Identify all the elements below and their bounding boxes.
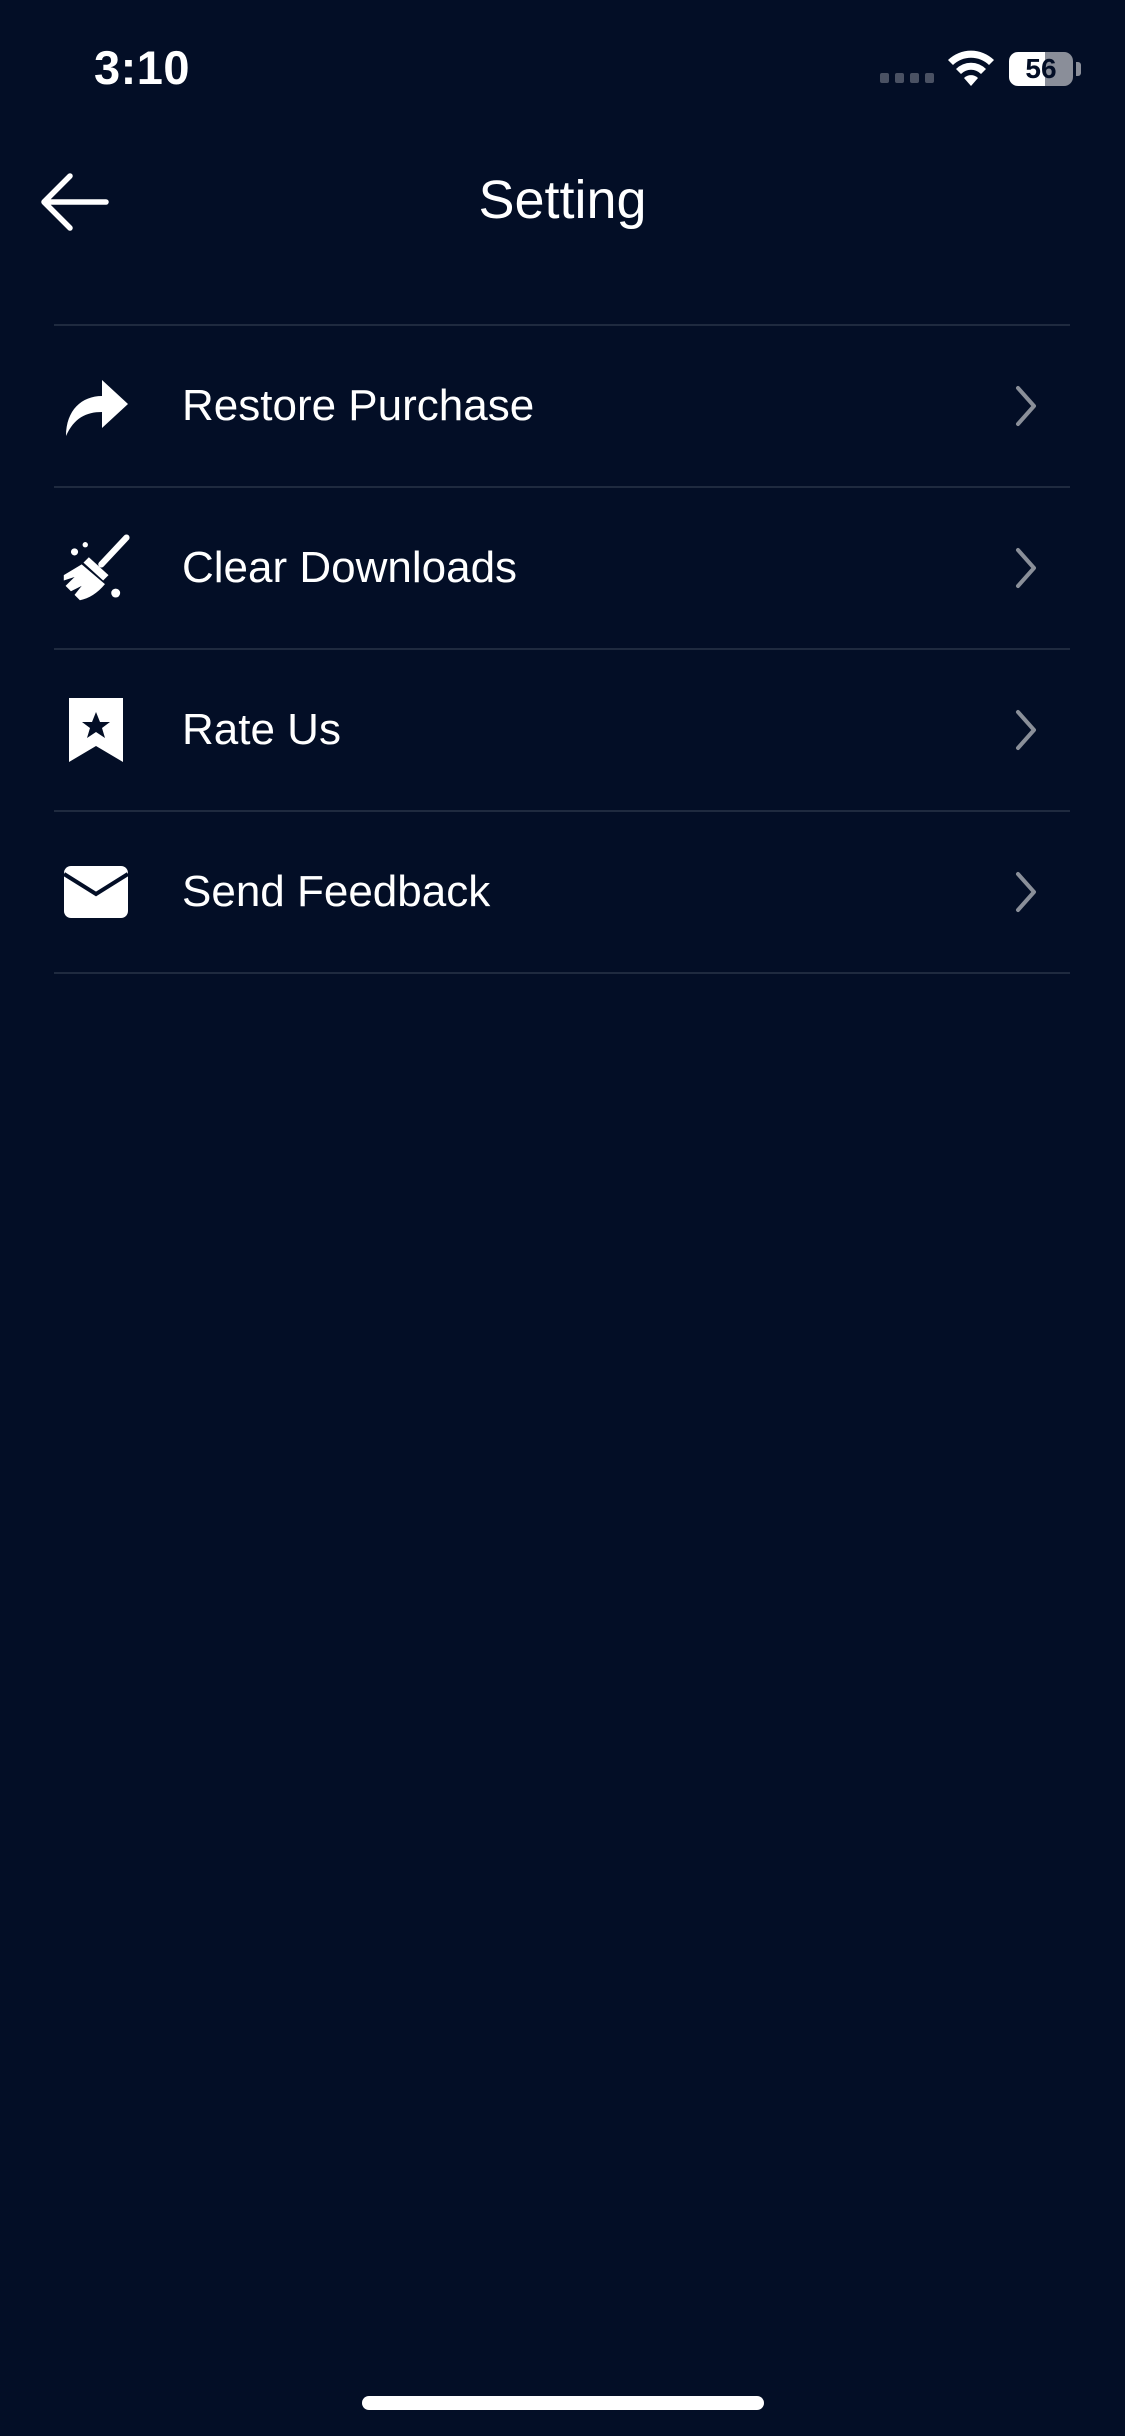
star-bookmark-icon: [62, 696, 130, 764]
chevron-right-icon: [1016, 548, 1036, 588]
menu-item-rate-us[interactable]: Rate Us: [54, 650, 1070, 812]
menu-item-clear-downloads[interactable]: Clear Downloads: [54, 488, 1070, 650]
menu-item-label: Rate Us: [182, 705, 341, 754]
settings-menu: Restore Purchase Clear Downloads Rate Us…: [54, 324, 1070, 974]
chevron-right-icon: [1016, 710, 1036, 750]
battery-tip: [1076, 62, 1081, 76]
page-title: Setting: [478, 170, 647, 230]
menu-item-send-feedback[interactable]: Send Feedback: [54, 812, 1070, 974]
menu-item-label: Restore Purchase: [182, 381, 535, 430]
cellular-signal-icon: [880, 73, 934, 83]
navigation-bar: Setting: [0, 140, 1125, 260]
chevron-right-icon: [1016, 386, 1036, 426]
menu-item-label: Clear Downloads: [182, 543, 518, 592]
envelope-icon: [62, 858, 130, 926]
arrow-left-icon: [41, 173, 109, 231]
share-arrow-icon: [62, 372, 130, 440]
status-bar: 3:10 56: [0, 0, 1125, 140]
wifi-icon: [948, 50, 994, 86]
broom-icon: [62, 534, 130, 602]
chevron-right-icon: [1016, 872, 1036, 912]
battery-icon: 56: [1009, 52, 1073, 86]
back-button[interactable]: [34, 162, 114, 242]
home-indicator[interactable]: [362, 2396, 764, 2410]
menu-item-restore-purchase[interactable]: Restore Purchase: [54, 326, 1070, 488]
status-time: 3:10: [94, 41, 191, 94]
menu-item-label: Send Feedback: [182, 867, 491, 916]
